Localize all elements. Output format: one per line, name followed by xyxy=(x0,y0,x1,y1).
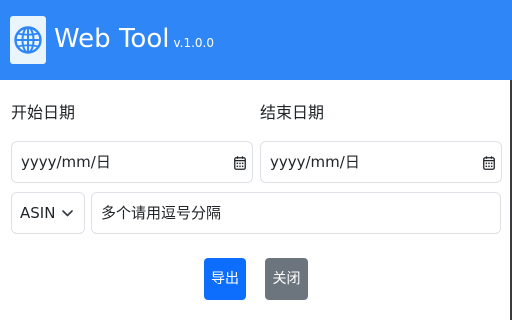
id-type-selected: ASIN xyxy=(20,204,56,222)
globe-icon xyxy=(14,26,42,54)
ids-placeholder: 多个请用逗号分隔 xyxy=(101,204,222,222)
app-logo xyxy=(10,16,46,64)
start-date-label: 开始日期 xyxy=(11,103,76,122)
app-title: Web Tool v.1.0.0 xyxy=(54,22,214,60)
id-type-select[interactable]: ASIN xyxy=(11,192,85,234)
calendar-icon[interactable] xyxy=(483,156,495,170)
chevron-down-icon xyxy=(62,210,73,217)
start-date-input[interactable]: yyyy/mm/日 xyxy=(11,141,253,183)
end-date-value: yyyy/mm/日 xyxy=(270,153,360,171)
export-button[interactable]: 导出 xyxy=(204,258,246,300)
app-version: v.1.0.0 xyxy=(173,36,214,50)
close-button[interactable]: 关闭 xyxy=(265,258,308,300)
ids-input[interactable]: 多个请用逗号分隔 xyxy=(91,192,501,234)
end-date-label: 结束日期 xyxy=(260,103,325,122)
app-header: Web Tool v.1.0.0 xyxy=(0,0,512,80)
app-title-text: Web Tool xyxy=(54,24,170,54)
end-date-input[interactable]: yyyy/mm/日 xyxy=(260,141,502,183)
calendar-icon[interactable] xyxy=(234,156,246,170)
start-date-value: yyyy/mm/日 xyxy=(21,153,111,171)
